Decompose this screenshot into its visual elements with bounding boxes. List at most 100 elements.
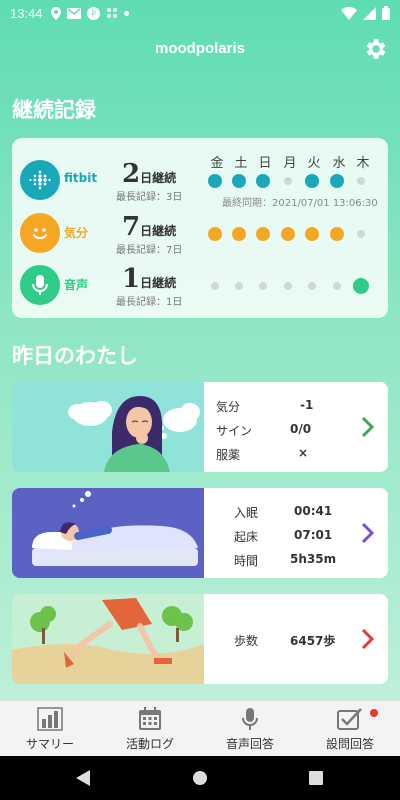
home-icon[interactable]: [192, 770, 208, 786]
location-icon: [50, 6, 61, 20]
voice-day-dots: [207, 276, 377, 296]
yesterday-mood-card[interactable]: 気分 -1 サイン 0/0 服薬 ×: [12, 382, 388, 472]
day-dot-filled: [256, 174, 270, 188]
nav-label: 音声回答: [225, 737, 274, 751]
day-dot-empty: [308, 282, 316, 290]
info-value: 00:41: [294, 504, 333, 518]
day-dot-filled: [232, 227, 246, 241]
nav-item-voice-answer[interactable]: 音声回答: [200, 701, 300, 756]
battery-icon: [382, 6, 390, 20]
mood-day-dots: [207, 224, 377, 244]
nav-item-summary[interactable]: サマリー: [0, 701, 100, 756]
app-screen: 13:44 P moodpolaris 継続記録 金 土 日 月 火 水 木 f…: [0, 0, 400, 800]
voice-best-record: 最長記録：1日: [116, 297, 183, 308]
sleep-card-info: 入眠 00:41 起床 07:01 時間 5h35m: [204, 488, 388, 578]
streak-unit: 日継続: [140, 276, 177, 290]
microphone-icon: [242, 708, 258, 730]
day-dot-empty: [357, 230, 365, 238]
day-dot-filled: [305, 227, 319, 241]
running-person-illustration: [12, 594, 204, 684]
app-title: moodpolaris: [154, 40, 245, 57]
system-nav-bar: [0, 756, 400, 800]
bottom-nav: サマリー 活動ログ 音声回答 設問回答: [0, 700, 400, 756]
day-dot-empty: [284, 282, 292, 290]
day-dot-filled: [305, 174, 319, 188]
notification-badge: [370, 709, 378, 717]
day-dot-filled: [330, 174, 344, 188]
nav-label: 活動ログ: [125, 737, 174, 751]
streak-number: 2: [122, 159, 141, 189]
mood-best-record: 最長記録：7日: [116, 245, 183, 256]
voice-label: 音声: [64, 278, 89, 292]
dot-icon: [123, 10, 129, 16]
status-time: 13:44: [10, 5, 43, 21]
fitbit-day-dots: [207, 171, 377, 191]
app-notification-icon: P: [86, 6, 100, 20]
yesterday-section-title: 昨日のわたし: [12, 344, 138, 368]
streak-unit: 日継続: [140, 171, 177, 185]
yesterday-steps-card[interactable]: 歩数 6457歩: [12, 594, 388, 684]
nav-item-questionnaire[interactable]: 設問回答: [300, 701, 400, 756]
info-label: 起床: [234, 530, 259, 544]
sleeping-person-illustration: [12, 488, 204, 578]
streak-number: 1: [122, 264, 141, 294]
thinking-woman-illustration: [12, 382, 204, 472]
day-dot-empty: [235, 282, 243, 290]
info-label: 入眠: [234, 506, 259, 520]
checkbox-edit-icon: [337, 708, 362, 730]
fitbit-streak-count: 2日継続: [122, 159, 176, 189]
day-dot-filled: [208, 227, 222, 241]
recents-icon[interactable]: [308, 770, 324, 786]
wifi-icon: [341, 6, 357, 20]
day-dot-empty: [284, 177, 292, 185]
chevron-right-icon[interactable]: [360, 415, 376, 439]
day-dot-filled: [232, 174, 246, 188]
info-value: 0/0: [290, 422, 312, 436]
day-dot-empty: [333, 282, 341, 290]
bar-chart-icon: [37, 707, 63, 731]
streak-section-title: 継続記録: [12, 98, 96, 122]
gmail-icon: [66, 7, 81, 19]
mood-card-info: 気分 -1 サイン 0/0 服薬 ×: [204, 382, 388, 472]
chevron-right-icon[interactable]: [360, 521, 376, 545]
day-dot-empty: [357, 177, 365, 185]
yesterday-sleep-card[interactable]: 入眠 00:41 起床 07:01 時間 5h35m: [12, 488, 388, 578]
voice-streak-count: 1日継続: [122, 264, 176, 294]
streak-row-voice: 音声 1日継続 最長記録：1日: [12, 260, 388, 310]
day-dot-filled: [281, 227, 295, 241]
day-dot-filled: [353, 278, 369, 294]
chevron-right-icon[interactable]: [360, 627, 376, 651]
status-bar: 13:44 P: [0, 0, 400, 26]
fitbit-label: fitbit: [64, 171, 98, 185]
info-label: サイン: [216, 424, 253, 438]
streak-number: 7: [122, 212, 141, 242]
app-bar: moodpolaris: [0, 30, 400, 70]
info-value: 5h35m: [290, 552, 337, 566]
fitbit-best-record: 最長記録：3日: [116, 192, 183, 203]
nav-label: 設問回答: [325, 737, 374, 751]
streak-unit: 日継続: [140, 224, 177, 238]
settings-gear-icon[interactable]: [362, 36, 388, 62]
info-value: 07:01: [294, 528, 333, 542]
streak-row-mood: 気分 7日継続 最長記録：7日: [12, 208, 388, 258]
smiley-face-icon: [20, 213, 60, 253]
nav-label: サマリー: [25, 737, 74, 751]
day-dot-empty: [211, 282, 219, 290]
fitbit-logo-icon: [20, 160, 60, 200]
info-label: 歩数: [234, 634, 259, 648]
info-value: 6457歩: [290, 634, 336, 648]
mood-label: 気分: [64, 226, 89, 240]
back-icon[interactable]: [76, 770, 92, 786]
streak-card: 金 土 日 月 火 水 木 fitbit 2日継続 最長記録：3日 最終同期：2…: [12, 138, 388, 318]
signal-icon: [363, 6, 376, 20]
day-dot-filled: [256, 227, 270, 241]
info-value: -1: [300, 398, 314, 412]
day-dot-empty: [259, 282, 267, 290]
day-dot-filled: [208, 174, 222, 188]
slack-icon: [106, 8, 117, 18]
info-label: 服薬: [216, 448, 241, 462]
steps-card-info: 歩数 6457歩: [204, 594, 388, 684]
svg-text:P: P: [91, 9, 96, 18]
microphone-icon: [20, 265, 60, 305]
nav-item-activity-log[interactable]: 活動ログ: [100, 701, 200, 756]
